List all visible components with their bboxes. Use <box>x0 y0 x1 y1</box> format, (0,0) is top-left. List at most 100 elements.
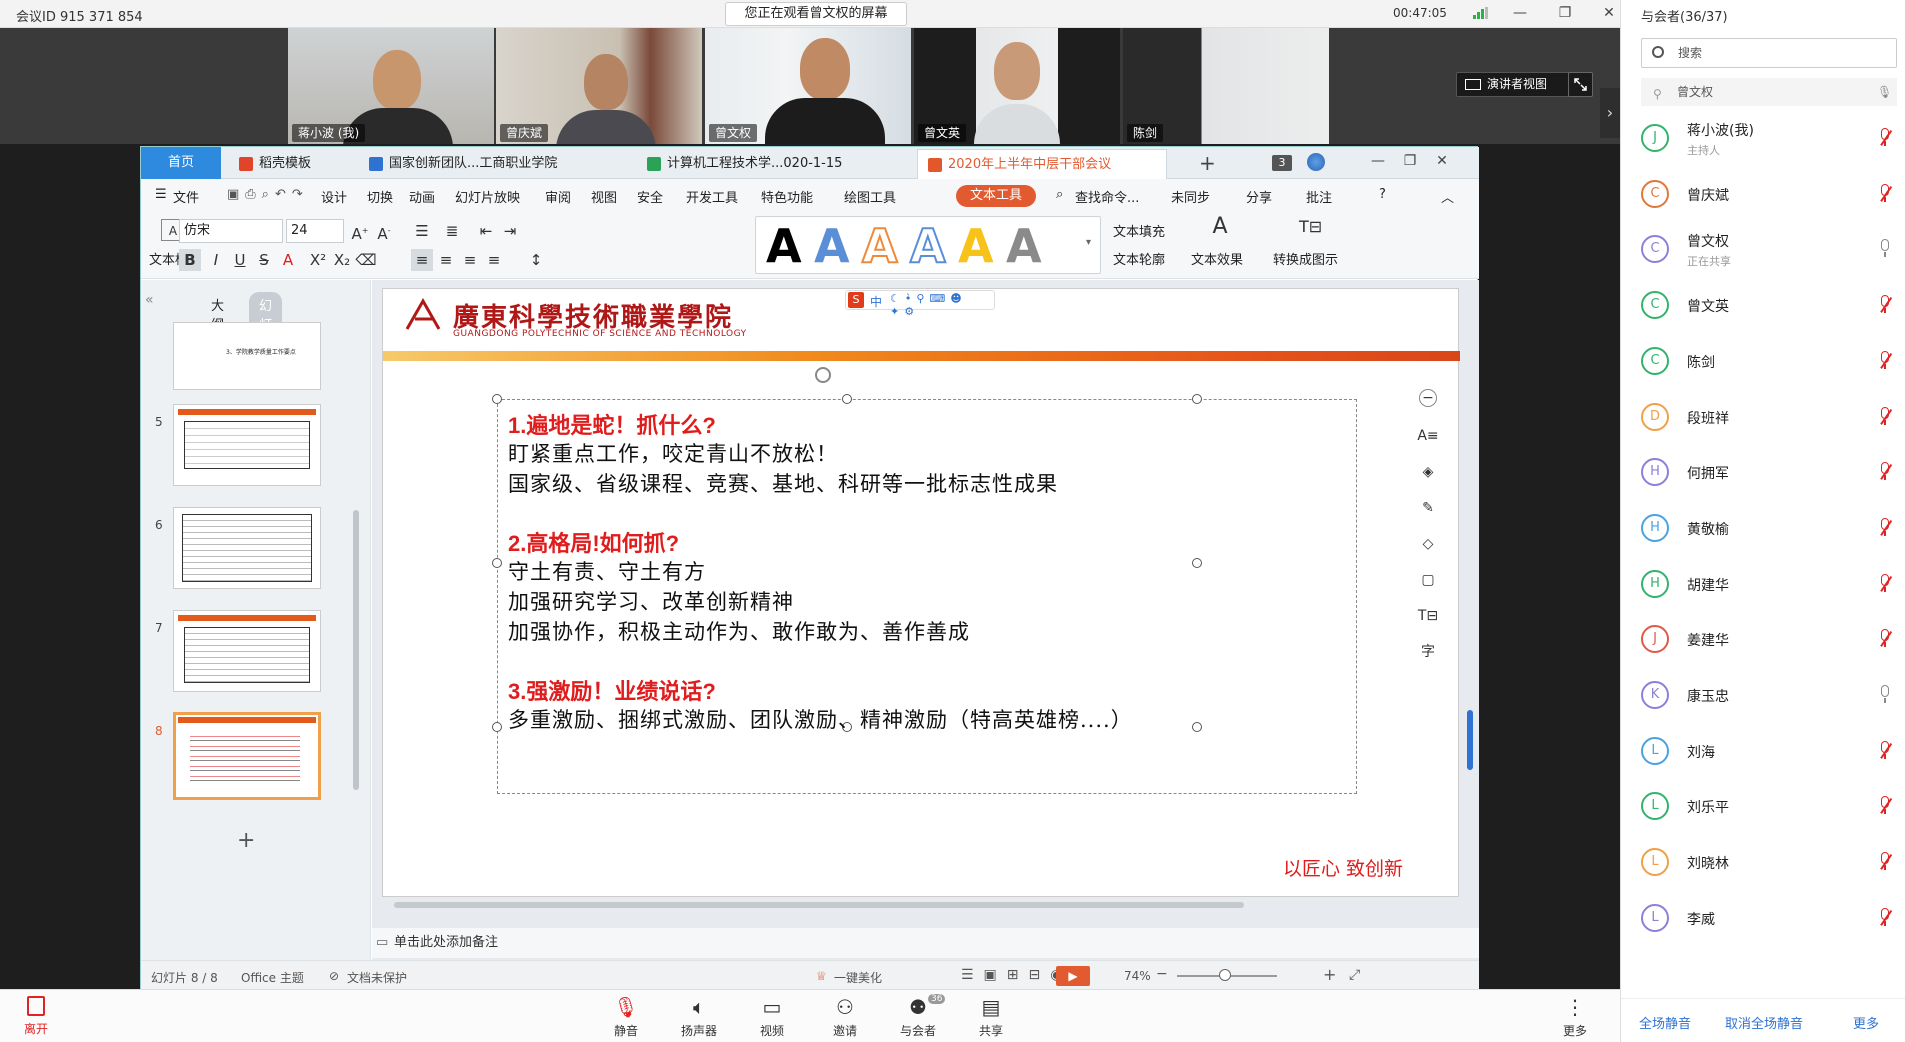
menu-features[interactable]: 特色功能 <box>761 187 813 206</box>
menu-design[interactable]: 设计 <box>321 187 347 206</box>
italic-icon[interactable]: I <box>205 249 227 271</box>
convert-text-icon[interactable]: T⊟ <box>1415 603 1441 629</box>
participant-row[interactable]: C 陈剑 <box>1621 333 1905 389</box>
font-grow-icon[interactable]: A+ <box>349 220 371 243</box>
resize-handle[interactable] <box>492 558 502 568</box>
strikethrough-icon[interactable]: S <box>253 249 275 271</box>
more-button[interactable]: ⋮ 更多 <box>1545 996 1605 1039</box>
menu-transition[interactable]: 切换 <box>367 187 393 206</box>
menu-devtools[interactable]: 开发工具 <box>686 187 738 206</box>
video-tile[interactable]: 曾文权 <box>705 28 911 144</box>
resize-handle[interactable] <box>1192 722 1202 732</box>
mic-off-icon[interactable] <box>1879 629 1892 649</box>
invite-button[interactable]: ⚇ 邀请 <box>815 996 875 1039</box>
horizontal-scrollbar[interactable] <box>382 900 1459 910</box>
line-spacing-icon[interactable]: ↕ <box>525 249 547 271</box>
participants-button[interactable]: ⚉ 与会者 36 <box>888 994 948 1039</box>
participant-row[interactable]: D 段班祥 <box>1621 389 1905 445</box>
video-tile[interactable]: 陈剑 <box>1123 28 1329 144</box>
participant-row[interactable]: H 胡建华 <box>1621 556 1905 612</box>
bold-icon[interactable]: B <box>179 249 201 271</box>
search-icon[interactable]: ⌕ <box>1056 187 1063 202</box>
more-options-button[interactable]: 更多 <box>1853 1013 1879 1032</box>
rotate-handle-icon[interactable] <box>815 367 831 383</box>
mic-off-icon[interactable] <box>1879 128 1892 148</box>
tab-ppt-meeting[interactable]: 2020年上半年中层干部会议 <box>917 149 1167 179</box>
slide-thumbnail[interactable] <box>173 507 321 589</box>
avatar[interactable] <box>1307 153 1325 171</box>
tab-daoke[interactable]: 稻壳模板 <box>229 149 341 179</box>
resize-handle[interactable] <box>1192 558 1202 568</box>
resize-handle[interactable] <box>1192 394 1202 404</box>
minimize-icon[interactable]: — <box>1363 150 1393 172</box>
tab-home[interactable]: 首页 <box>141 147 221 179</box>
mute-button[interactable]: 🎙︎ 静音 <box>596 996 656 1039</box>
mic-off-icon[interactable] <box>1879 462 1892 482</box>
subscript-icon[interactable]: X₂ <box>331 249 353 271</box>
mic-off-icon[interactable] <box>1879 183 1892 204</box>
indent-decrease-icon[interactable]: ⇤ <box>475 220 497 242</box>
participant-row[interactable]: L 刘晓林 <box>1621 834 1905 890</box>
slide-thumbnail[interactable]: 3、学院教学质量工作要点 <box>173 322 321 390</box>
tab-sheet-cs[interactable]: 计算机工程技术学...020-1-15 <box>637 149 887 179</box>
text-style-blue[interactable]: A <box>814 221 850 271</box>
presenter-view-button[interactable]: 演讲者视图 <box>1456 72 1581 97</box>
menu-animation[interactable]: 动画 <box>409 187 435 206</box>
participant-row[interactable]: L 李威 <box>1621 890 1905 946</box>
collapse-icon[interactable]: − <box>1419 389 1437 407</box>
video-tile[interactable]: 曾文英 <box>914 28 1120 144</box>
video-tile[interactable]: 蒋小波 (我) <box>288 28 494 144</box>
layers-icon[interactable]: ◈ <box>1415 459 1441 485</box>
mic-icon[interactable] <box>1879 685 1891 705</box>
align-left-icon[interactable]: ≡ <box>411 249 433 271</box>
fit-window-icon[interactable]: ⤢ <box>1349 967 1360 983</box>
mic-off-icon[interactable] <box>1879 907 1892 928</box>
minimize-icon[interactable]: — <box>1505 2 1535 24</box>
font-icon[interactable]: 字 <box>1415 639 1441 665</box>
tab-doc-innovation[interactable]: 国家创新团队...工商职业学院 <box>359 149 609 179</box>
superscript-icon[interactable]: X² <box>307 249 329 271</box>
font-family-select[interactable]: 仿宋 <box>179 219 283 243</box>
menu-text-tools[interactable]: 文本工具 <box>956 185 1037 207</box>
participant-row[interactable]: C 曾庆斌 <box>1621 166 1905 222</box>
menu-security[interactable]: 安全 <box>637 187 663 206</box>
menu-review[interactable]: 审阅 <box>545 187 571 206</box>
text-format-icon[interactable]: A≡ <box>1415 423 1441 449</box>
leave-button[interactable]: 离开 <box>16 996 56 1037</box>
text-style-gray[interactable]: A <box>1006 221 1042 271</box>
mic-off-icon[interactable] <box>1879 517 1892 538</box>
sync-status[interactable]: 未同步 <box>1171 187 1210 206</box>
comment-button[interactable]: 批注 <box>1306 187 1332 206</box>
text-outline-button[interactable]: 文本轮廓 <box>1113 249 1165 268</box>
chevron-up-icon[interactable]: ︿ <box>1441 187 1454 206</box>
help-icon[interactable]: ? <box>1379 187 1386 202</box>
align-right-icon[interactable]: ≡ <box>459 249 481 271</box>
number-list-icon[interactable]: ≣ <box>441 220 463 242</box>
slide-scrollbar[interactable] <box>1465 290 1475 890</box>
mic-off-icon[interactable] <box>1879 852 1892 872</box>
slide-thumbnail-selected[interactable] <box>173 712 321 800</box>
participant-row[interactable]: C 曾文权 正在共享 <box>1621 221 1905 277</box>
share-button[interactable]: 分享 <box>1246 187 1272 206</box>
collapse-panel-icon[interactable]: « <box>145 292 154 308</box>
quick-access-icons[interactable]: ▣⎙⌕↶↷ <box>227 187 309 202</box>
add-slide-icon[interactable]: + <box>237 828 255 853</box>
convert-diagram-button[interactable]: 转换成图示 <box>1273 249 1338 268</box>
fullscreen-icon[interactable] <box>1568 72 1593 97</box>
justify-icon[interactable]: ≡ <box>483 249 505 271</box>
border-icon[interactable]: ▢ <box>1415 567 1441 593</box>
new-tab-icon[interactable]: + <box>1199 151 1216 175</box>
menu-icon[interactable]: ☰ <box>155 187 167 202</box>
text-style-black[interactable]: A <box>766 221 802 271</box>
video-button[interactable]: ▭ 视频 <box>742 996 802 1039</box>
beautify-button[interactable]: 一键美化 <box>834 969 882 986</box>
video-tile[interactable]: 曾庆斌 <box>496 28 702 144</box>
thumbs-scrollbar[interactable] <box>353 510 359 790</box>
mic-off-icon[interactable] <box>1879 740 1892 761</box>
mic-off-icon[interactable] <box>1879 295 1892 315</box>
theme-name[interactable]: Office 主题 <box>241 969 304 986</box>
text-style-yellow[interactable]: A <box>958 221 994 271</box>
text-style-orange-outline[interactable]: A <box>861 220 899 272</box>
participant-search-input[interactable]: 搜索 <box>1641 38 1897 68</box>
menu-file[interactable]: 文件 <box>173 187 199 206</box>
